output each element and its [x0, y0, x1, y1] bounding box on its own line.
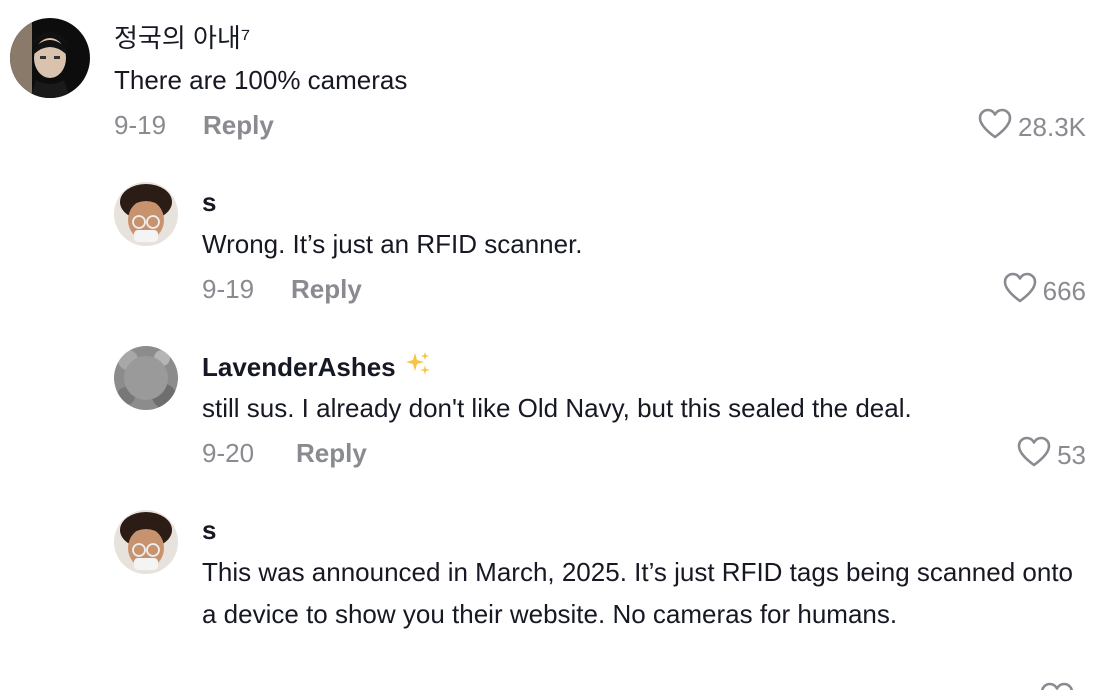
comment-username[interactable]: 정국의 아내⁷: [114, 22, 250, 54]
like-button[interactable]: 666: [1003, 272, 1086, 309]
comment-text: still sus. I already don't like Old Navy…: [202, 393, 912, 423]
avatar[interactable]: [114, 346, 178, 410]
sparkles-icon: [404, 350, 432, 385]
heart-icon: [978, 108, 1012, 145]
like-count: 53: [1057, 439, 1086, 470]
like-button[interactable]: 28.3K: [978, 108, 1086, 145]
comment-text: Wrong. It’s just an RFID scanner.: [202, 229, 583, 259]
like-button[interactable]: 53: [1017, 436, 1086, 473]
comment-username[interactable]: s: [202, 186, 216, 218]
comment-date: 9-20: [202, 438, 255, 468]
comment-text: There are 100% cameras: [114, 65, 408, 95]
reply-button[interactable]: Reply: [296, 437, 367, 469]
comment-username[interactable]: s: [202, 514, 216, 546]
heart-icon: [1003, 272, 1037, 309]
avatar[interactable]: [10, 18, 90, 98]
comment-username[interactable]: LavenderAshes: [202, 350, 432, 385]
comment-date: 9-19: [114, 110, 167, 140]
avatar[interactable]: [114, 182, 178, 246]
reply-button[interactable]: Reply: [203, 109, 274, 141]
like-button[interactable]: [1040, 682, 1074, 690]
like-count: 666: [1042, 275, 1086, 306]
heart-icon: [1017, 436, 1051, 473]
reply-button[interactable]: Reply: [291, 273, 362, 305]
avatar[interactable]: [114, 510, 178, 574]
like-count: 28.3K: [1018, 111, 1086, 142]
comment-text: This was announced in March, 2025. It’s …: [202, 557, 1074, 629]
comment-date: 9-19: [202, 274, 255, 304]
